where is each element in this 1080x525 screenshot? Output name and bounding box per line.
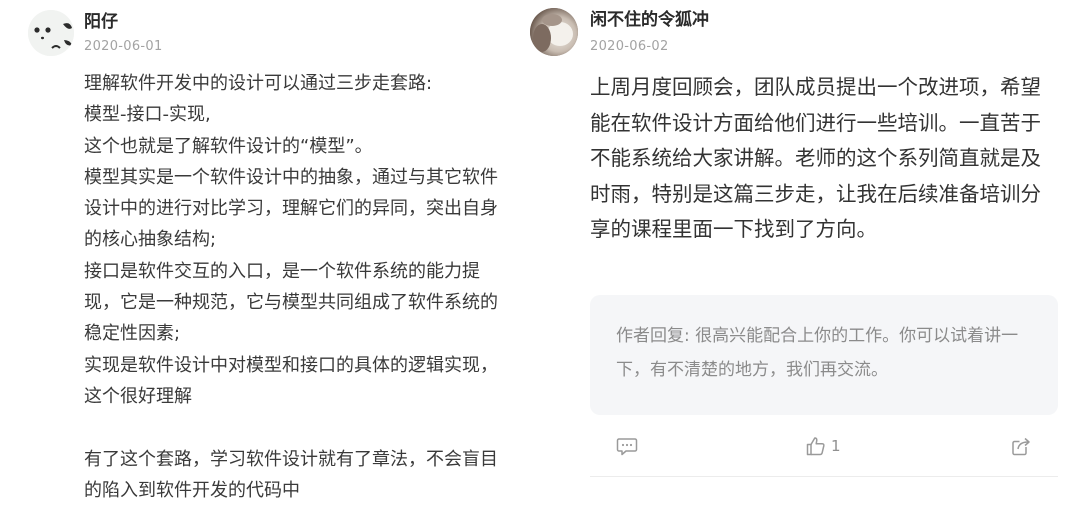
divider <box>590 476 1058 477</box>
comment-text: 上周月度回顾会，团队成员提出一个改进项，希望能在软件设计方面给他们进行一些培训。… <box>590 75 1041 241</box>
user-photo-avatar-icon <box>530 8 578 56</box>
comment-icon <box>616 438 638 456</box>
share-button[interactable] <box>1010 430 1032 462</box>
author-reply-text: 作者回复: 很高兴能配合上你的工作。你可以试着讲一下，有不清楚的地方，我们再交流… <box>616 326 1019 380</box>
like-button[interactable]: 1 <box>805 430 841 462</box>
comment-card-left: 阳仔 2020-06-01 理解软件开发中的设计可以通过三步走套路: 模型-接口… <box>0 0 520 525</box>
comment-date: 2020-06-02 <box>590 39 669 54</box>
comment-date: 2020-06-01 <box>84 39 163 54</box>
author-reply-box: 作者回复: 很高兴能配合上你的工作。你可以试着讲一下，有不清楚的地方，我们再交流… <box>590 295 1058 415</box>
comment-actions: 1 <box>590 430 1058 462</box>
reply-button[interactable] <box>616 430 638 462</box>
username[interactable]: 阳仔 <box>84 11 118 33</box>
avatar[interactable] <box>28 10 74 56</box>
share-icon <box>1012 437 1030 456</box>
like-count: 1 <box>831 437 841 455</box>
comment-text: 理解软件开发中的设计可以通过三步走套路: 模型-接口-实现, 这个也就是了解软件… <box>84 73 498 501</box>
thumbs-up-icon <box>806 437 825 456</box>
avatar[interactable] <box>530 8 578 56</box>
username[interactable]: 闲不住的令狐冲 <box>590 9 709 31</box>
panda-avatar-icon <box>28 10 74 56</box>
comment-card-right: 闲不住的令狐冲 2020-06-02 上周月度回顾会，团队成员提出一个改进项，希… <box>520 0 1080 525</box>
